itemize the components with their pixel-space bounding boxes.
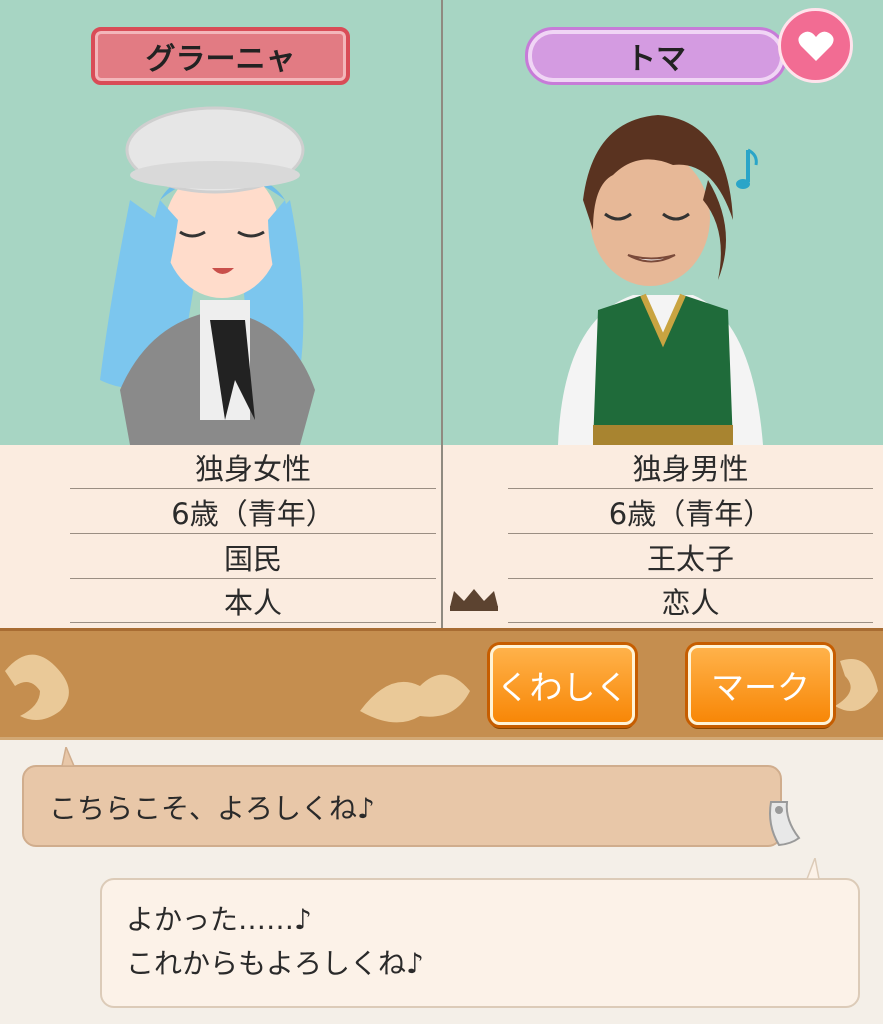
right-chat-bubble: よかった……♪ これからもよろしくね♪ bbox=[100, 878, 860, 1008]
right-chat-line-2: これからもよろしくね♪ bbox=[126, 947, 424, 980]
mark-button[interactable]: マーク bbox=[688, 645, 833, 725]
left-relation: 本人 bbox=[70, 579, 436, 623]
crown-icon bbox=[450, 589, 498, 611]
right-chat-line-1: よかった……♪ bbox=[126, 903, 312, 936]
right-bubble-tail bbox=[805, 858, 820, 880]
heart-icon[interactable] bbox=[778, 8, 853, 83]
left-chat-bubble: こちらこそ、よろしくね♪ bbox=[22, 765, 782, 847]
right-status: 独身男性 bbox=[508, 445, 873, 489]
panel-divider bbox=[441, 0, 443, 628]
left-bubble-tail bbox=[61, 747, 76, 767]
left-info-panel: 独身女性 6歳（青年） 国民 本人 bbox=[0, 445, 441, 628]
right-relation: 恋人 bbox=[508, 579, 873, 623]
right-character-name: トマ bbox=[525, 27, 787, 85]
pin-icon bbox=[769, 801, 801, 847]
right-age: 6歳（青年） bbox=[508, 490, 873, 534]
heart-glyph bbox=[797, 31, 834, 61]
right-info-panel: 独身男性 6歳（青年） 王太子 恋人 bbox=[443, 445, 883, 628]
left-age: 6歳（青年） bbox=[70, 490, 436, 534]
left-rank: 国民 bbox=[70, 535, 436, 579]
right-rank: 王太子 bbox=[508, 535, 873, 579]
left-character-name: グラーニャ bbox=[91, 27, 350, 85]
left-chat-text: こちらこそ、よろしくね♪ bbox=[49, 792, 375, 825]
left-status: 独身女性 bbox=[70, 445, 436, 489]
details-button[interactable]: くわしく bbox=[490, 645, 635, 725]
